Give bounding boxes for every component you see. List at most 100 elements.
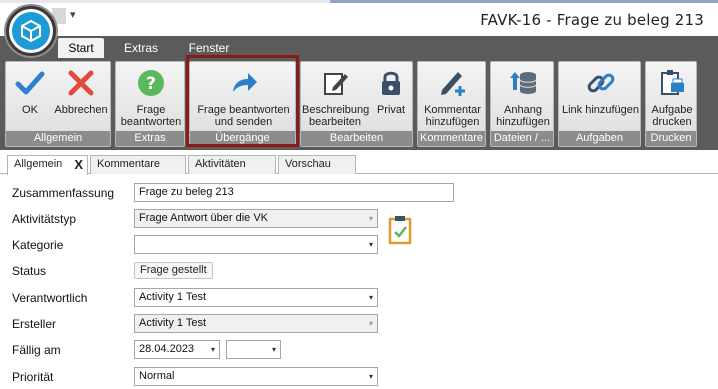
drucken-label-2: drucken <box>652 116 692 128</box>
group-drucken: Aufgabe drucken Drucken <box>645 61 697 147</box>
group-aufgaben: Link hinzufügen Aufgaben <box>558 61 641 147</box>
faellig-label: Fällig am <box>12 343 61 357</box>
group-bearbeiten: Beschreibung bearbeiten Privat Bearbeite… <box>300 61 413 147</box>
link-label: Link hinzufügen <box>561 104 640 116</box>
chevron-down-icon: ▾ <box>368 319 373 328</box>
tab-kommentare[interactable]: Kommentare <box>90 155 186 174</box>
database-upload-icon <box>506 66 540 100</box>
group-allgemein: OK Abbrechen Allgemein <box>5 61 111 147</box>
link-chain-icon <box>584 66 618 100</box>
kategorie-select[interactable]: ▾ <box>134 235 378 254</box>
clipboard-print-icon <box>655 66 689 100</box>
status-label: Status <box>12 264 47 278</box>
anhang-label-1: Anhang <box>504 104 542 116</box>
group-label-dateien: Dateien / ... <box>491 131 553 146</box>
tab-extras[interactable]: Extras <box>116 38 166 58</box>
group-dateien: Anhang hinzufügen Dateien / ... <box>490 61 554 147</box>
form-allgemein: Zusammenfassung Frage zu beleg 213 Aktiv… <box>0 175 718 389</box>
add-comment-pen-icon <box>436 66 470 100</box>
uebergang-label-2: und senden <box>214 116 273 128</box>
aktivitaetstyp-label: Aktivitätstyp <box>12 212 77 226</box>
tab-aktivitaeten[interactable]: Aktivitäten <box>188 155 276 174</box>
aktivitaetstyp-value: Frage Antwort über die VK <box>139 212 269 224</box>
quick-access-dropdown-icon[interactable]: ▾ <box>70 8 76 21</box>
kategorie-label: Kategorie <box>12 238 64 252</box>
group-label-extras: Extras <box>116 131 184 146</box>
window-title: FAVK-16 - Frage zu beleg 213 <box>480 11 704 29</box>
group-extras: ? Frage beantworten Extras <box>115 61 185 147</box>
beschreibung-label-1: Beschreibung <box>302 104 370 116</box>
document-tab-strip: Allgemein X Kommentare Aktivitäten Vorsc… <box>0 150 718 175</box>
forward-arrow-icon <box>227 66 261 100</box>
ok-button[interactable]: OK <box>8 64 52 134</box>
app-menu-button[interactable] <box>6 6 56 56</box>
status-badge[interactable]: Frage gestellt <box>134 262 213 279</box>
group-label-uebergaenge: Übergänge <box>190 131 295 146</box>
cancel-button[interactable]: Abbrechen <box>52 64 110 134</box>
prioritaet-select[interactable]: Normal ▾ <box>134 367 378 386</box>
uebergang-label-1: Frage beantworten <box>197 104 290 116</box>
group-label-drucken: Drucken <box>646 131 696 146</box>
prioritaet-value: Normal <box>139 370 175 382</box>
verantwortlich-value: Activity 1 Test <box>139 291 207 303</box>
drucken-label-1: Aufgabe <box>651 104 693 116</box>
tab-allgemein[interactable]: Allgemein X <box>7 155 88 175</box>
title-top-line <box>0 0 718 3</box>
verantwortlich-select[interactable]: Activity 1 Test ▾ <box>134 288 378 307</box>
tab-vorschau[interactable]: Vorschau <box>278 155 356 174</box>
tab-fenster[interactable]: Fenster <box>180 38 238 58</box>
close-icon <box>64 66 98 100</box>
zusammenfassung-input[interactable]: Frage zu beleg 213 <box>134 183 454 202</box>
kommentar-hinzufuegen-button[interactable]: Kommentar hinzufügen <box>419 64 486 134</box>
chevron-down-icon: ▾ <box>210 345 215 354</box>
anhang-label-2: hinzufügen <box>496 116 550 128</box>
aktivitaetstyp-select: Frage Antwort über die VK ▾ <box>134 209 378 228</box>
privat-label: Privat <box>376 104 406 116</box>
close-tab-icon[interactable]: X <box>74 156 83 173</box>
lock-icon <box>374 66 408 100</box>
title-bar: ▾ FAVK-16 - Frage zu beleg 213 <box>0 0 718 36</box>
ribbon-tab-strip: Start Extras Fenster <box>0 36 718 58</box>
chevron-down-icon: ▾ <box>368 240 373 249</box>
chevron-down-icon: ▾ <box>368 372 373 381</box>
ersteller-select: Activity 1 Test ▾ <box>134 314 378 333</box>
group-kommentare: Kommentar hinzufügen Kommentare <box>417 61 486 147</box>
ersteller-label: Ersteller <box>12 317 57 331</box>
clipboard-check-icon[interactable] <box>388 215 412 248</box>
kommentar-label-1: Kommentar <box>424 104 481 116</box>
chevron-down-icon: ▾ <box>368 293 373 302</box>
faellig-date-picker[interactable]: 28.04.2023 ▾ <box>134 340 220 359</box>
link-hinzufuegen-button[interactable]: Link hinzufügen <box>560 64 641 134</box>
beschreibung-bearbeiten-button[interactable]: Beschreibung bearbeiten <box>302 64 370 134</box>
faellig-date-value: 28.04.2023 <box>139 343 195 355</box>
chevron-down-icon: ▾ <box>271 345 276 354</box>
faellig-time-picker[interactable]: ▾ <box>226 340 281 359</box>
group-uebergaenge: Frage beantworten und senden Übergänge <box>189 61 296 147</box>
ok-label: OK <box>22 104 38 116</box>
privat-button[interactable]: Privat <box>370 64 412 134</box>
group-label-bearbeiten: Bearbeiten <box>301 131 412 146</box>
group-label-kommentare: Kommentare <box>418 131 485 146</box>
tab-allgemein-label: Allgemein <box>14 158 63 170</box>
ersteller-value: Activity 1 Test <box>139 317 207 329</box>
aufgabe-drucken-button[interactable]: Aufgabe drucken <box>647 64 697 134</box>
cancel-label: Abbrechen <box>54 104 108 116</box>
group-label-allgemein: Allgemein <box>6 131 110 146</box>
help-icon: ? <box>134 66 168 100</box>
ribbon: OK Abbrechen Allgemein ? Frage beantwort… <box>0 58 718 150</box>
frage-beantworten-button[interactable]: ? Frage beantworten <box>117 64 185 134</box>
kommentar-label-2: hinzufügen <box>425 116 480 128</box>
svg-text:?: ? <box>146 74 156 94</box>
group-label-aufgaben: Aufgaben <box>559 131 640 146</box>
frage-beantworten-senden-button[interactable]: Frage beantworten und senden <box>192 64 295 134</box>
prioritaet-label: Priorität <box>12 370 54 384</box>
title-accent-line <box>330 0 718 3</box>
frage-label-1: Frage <box>136 104 166 116</box>
anhang-hinzufuegen-button[interactable]: Anhang hinzufügen <box>492 64 554 134</box>
checkmark-icon <box>13 66 47 100</box>
tab-start[interactable]: Start <box>58 38 104 58</box>
chevron-down-icon: ▾ <box>368 214 373 223</box>
verantwortlich-label: Verantwortlich <box>12 291 88 305</box>
zusammenfassung-label: Zusammenfassung <box>12 186 115 200</box>
beschreibung-label-2: bearbeiten <box>309 116 361 128</box>
